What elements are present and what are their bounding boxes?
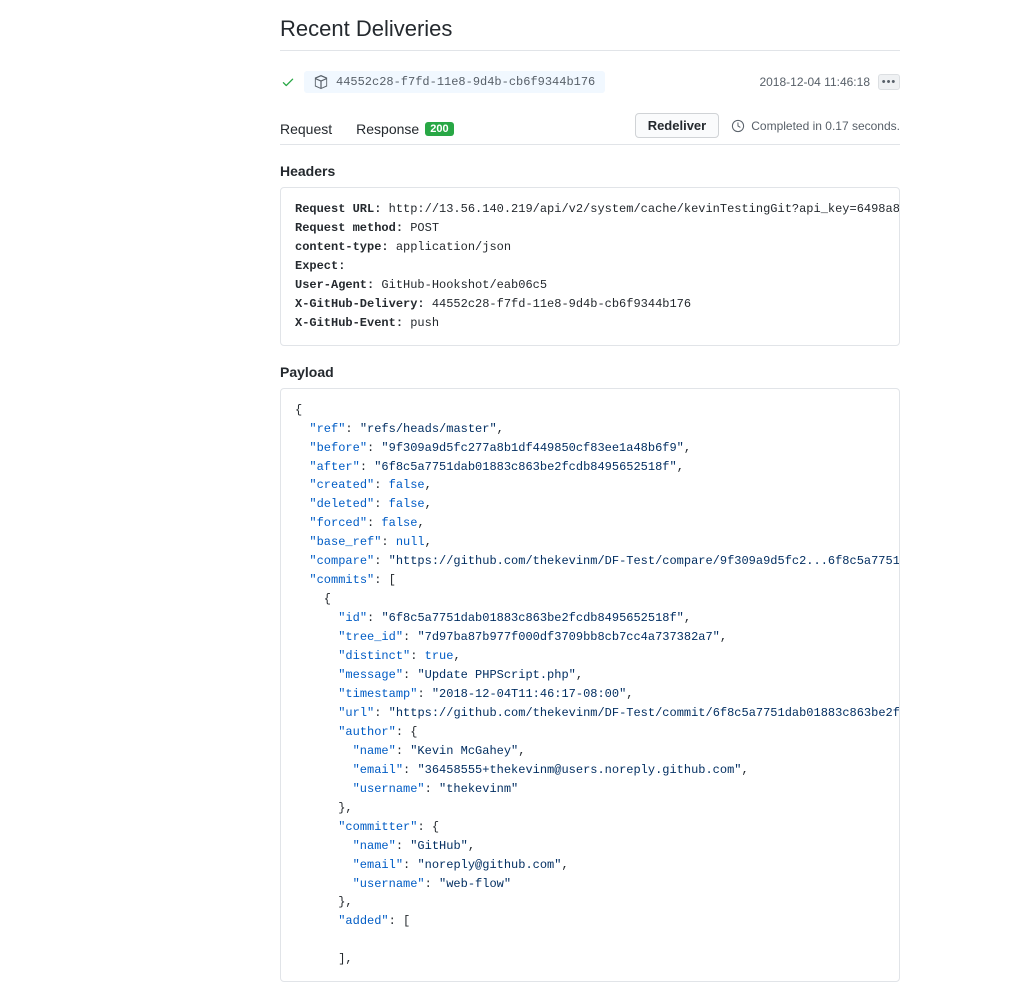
payload-block: { "ref": "refs/heads/master", "before": … <box>280 388 900 983</box>
delivery-timestamp: 2018-12-04 11:46:18 <box>759 75 870 89</box>
tab-request[interactable]: Request <box>280 115 332 143</box>
headers-heading: Headers <box>280 163 900 179</box>
payload-heading: Payload <box>280 364 900 380</box>
headers-block: Request URL: http://13.56.140.219/api/v2… <box>280 187 900 346</box>
redeliver-button[interactable]: Redeliver <box>635 113 720 138</box>
status-badge: 200 <box>425 122 453 136</box>
ellipsis-button[interactable]: ••• <box>878 74 900 90</box>
tab-header: Request Response 200 Redeliver Completed… <box>280 113 900 145</box>
completed-text: Completed in 0.17 seconds. <box>751 119 900 133</box>
delivery-id: 44552c28-f7fd-11e8-9d4b-cb6f9344b176 <box>336 75 595 89</box>
delivery-id-box[interactable]: 44552c28-f7fd-11e8-9d4b-cb6f9344b176 <box>304 71 605 93</box>
completed-note: Completed in 0.17 seconds. <box>731 119 900 133</box>
check-icon <box>280 75 296 89</box>
page-title: Recent Deliveries <box>280 16 900 51</box>
tab-response[interactable]: Response 200 <box>356 115 453 143</box>
clock-icon <box>731 119 745 133</box>
tab-response-label: Response <box>356 121 419 137</box>
delivery-row: 44552c28-f7fd-11e8-9d4b-cb6f9344b176 201… <box>280 67 900 97</box>
package-icon <box>314 75 328 89</box>
